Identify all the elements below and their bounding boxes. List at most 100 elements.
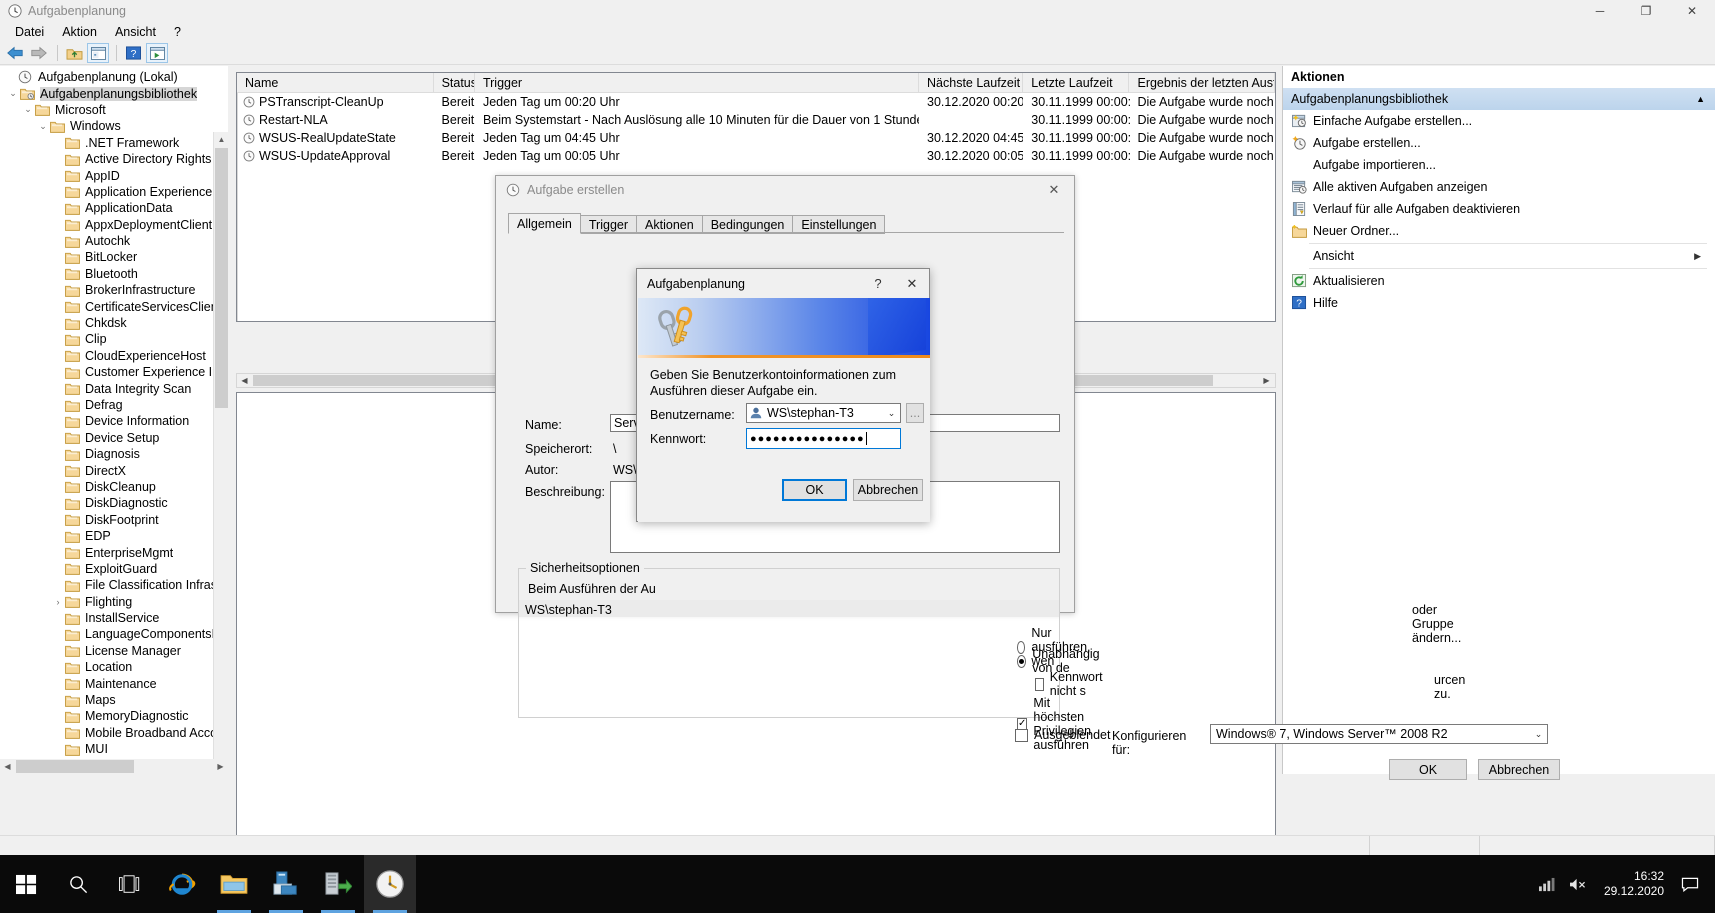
internet-explorer-icon[interactable] [156, 855, 208, 913]
action-item-einfache-aufgabe-erstellen[interactable]: Einfache Aufgabe erstellen... [1283, 110, 1715, 132]
search-icon[interactable] [52, 855, 104, 913]
task-row[interactable]: WSUS-RealUpdateState Bereit Jeden Tag um 0… [237, 129, 1275, 147]
credentials-close-button[interactable]: ✕ [895, 269, 929, 298]
tree-item-bluetooth[interactable]: Bluetooth [4, 266, 228, 282]
column-header-trigger[interactable]: Trigger [475, 73, 920, 93]
tree-item-directx[interactable]: DirectX [4, 462, 228, 478]
checkbox-hidden[interactable]: Ausgeblendet [1015, 728, 1110, 742]
tree-item-mobile-broadband-accou[interactable]: Mobile Broadband Accou [4, 725, 228, 741]
windows-start-icon[interactable] [0, 855, 52, 913]
action-item-ansicht[interactable]: Ansicht ▶ [1283, 245, 1715, 267]
credentials-cancel-button[interactable]: Abbrechen [853, 479, 923, 501]
tree-item-location[interactable]: Location [4, 659, 228, 675]
tree-item-net-framework[interactable]: .NET Framework [4, 135, 228, 151]
credentials-help-button[interactable]: ? [861, 269, 895, 298]
tab-allgemein[interactable]: Allgemein [508, 213, 581, 234]
tree-item-autochk[interactable]: Autochk [4, 233, 228, 249]
action-item-neuer-ordner[interactable]: Neuer Ordner... [1283, 220, 1715, 242]
help-icon[interactable]: ? [122, 43, 144, 63]
tree-item-file-classification-infrast[interactable]: File Classification Infrast [4, 577, 228, 593]
menu-aktion[interactable]: Aktion [53, 24, 106, 40]
tree-item-exploitguard[interactable]: ExploitGuard [4, 561, 228, 577]
taskbar-clock[interactable]: 16:32 29.12.2020 [1594, 869, 1674, 899]
action-item-aktualisieren[interactable]: Aktualisieren [1283, 270, 1715, 292]
column-header-letzte-laufzeit[interactable]: Letzte Laufzeit [1023, 73, 1130, 93]
scroll-right-icon[interactable]: ▶ [213, 759, 228, 774]
tree-item-brokerinfrastructure[interactable]: BrokerInfrastructure [4, 282, 228, 298]
task-row[interactable]: PSTranscript-CleanUp Bereit Jeden Tag um 0… [237, 93, 1275, 111]
tree-item-data-integrity-scan[interactable]: Data Integrity Scan [4, 380, 228, 396]
tree-item-appid[interactable]: AppID [4, 167, 228, 183]
minimize-button[interactable]: ─ [1577, 0, 1623, 22]
chevron-down-icon[interactable]: ⌄ [883, 408, 900, 419]
column-header-n-chste-laufzeit[interactable]: Nächste Laufzeit [919, 73, 1024, 93]
column-header-ergebnis-der-letzten-ausf-hru[interactable]: Ergebnis der letzten Ausführu [1129, 73, 1275, 93]
tree-item-active-directory-rights-m[interactable]: Active Directory Rights M [4, 151, 228, 167]
task-row[interactable]: Restart-NLA Bereit Beim Systemstart - Nach… [237, 111, 1275, 129]
checkbox-no-password[interactable]: Kennwort nicht s [1035, 670, 1107, 698]
up-folder-icon[interactable] [63, 43, 85, 63]
maximize-button[interactable]: ❐ [1623, 0, 1669, 22]
volume-muted-icon[interactable] [1562, 877, 1594, 892]
password-input[interactable]: ●●●●●●●●●●●●●●● [746, 428, 901, 449]
run-view-icon[interactable] [146, 43, 168, 63]
configure-for-select[interactable]: Windows® 7, Windows Server™ 2008 R2 ⌄ [1210, 724, 1548, 744]
checkbox-icon[interactable] [1035, 677, 1044, 691]
tree-item-bitlocker[interactable]: BitLocker [4, 249, 228, 265]
forward-icon[interactable] [28, 43, 50, 63]
create-task-cancel-button[interactable]: Abbrechen [1478, 759, 1560, 780]
tree-item-device-setup[interactable]: Device Setup [4, 430, 228, 446]
browse-user-button[interactable]: ... [906, 403, 924, 423]
scroll-left-icon[interactable]: ◀ [237, 374, 252, 387]
tree-item-customer-experience-im[interactable]: Customer Experience Im [4, 364, 228, 380]
file-explorer-icon[interactable] [208, 855, 260, 913]
tree-item-windows[interactable]: ⌄ Windows [4, 118, 228, 134]
menu-ansicht[interactable]: Ansicht [106, 24, 165, 40]
tree-item-applicationdata[interactable]: ApplicationData [4, 200, 228, 216]
checkbox-icon-hidden[interactable] [1015, 728, 1028, 742]
tree-item-aufgabenplanungsbibliothek[interactable]: ⌄ Aufgabenplanungsbibliothek [4, 85, 228, 101]
chevron-down-icon[interactable]: ⌄ [36, 121, 50, 132]
back-icon[interactable] [4, 43, 26, 63]
tree-item-chkdsk[interactable]: Chkdsk [4, 315, 228, 331]
tree-item-application-experience[interactable]: Application Experience [4, 184, 228, 200]
tree-item-device-information[interactable]: Device Information [4, 413, 228, 429]
create-task-close-button[interactable]: ✕ [1034, 176, 1074, 204]
chevron-down-icon[interactable]: ⌄ [21, 104, 35, 115]
action-item-aufgabe-importieren[interactable]: Aufgabe importieren... [1283, 154, 1715, 176]
scroll-up-icon[interactable]: ▲ [214, 132, 228, 147]
column-header-name[interactable]: Name [237, 73, 434, 93]
username-combobox[interactable]: WS\stephan-T3 ⌄ [746, 403, 901, 423]
scroll-thumb-h[interactable] [16, 760, 134, 773]
tree-item-maintenance[interactable]: Maintenance [4, 675, 228, 691]
tree-item-languagecomponentsin[interactable]: LanguageComponentsIn [4, 626, 228, 642]
task-row[interactable]: WSUS-UpdateApproval Bereit Jeden Tag um 00… [237, 147, 1275, 165]
task-scheduler-icon[interactable] [364, 855, 416, 913]
tree-item-memorydiagnostic[interactable]: MemoryDiagnostic [4, 708, 228, 724]
server-manager-icon[interactable] [260, 855, 312, 913]
chevron-right-icon[interactable]: › [51, 597, 65, 607]
close-button[interactable]: ✕ [1669, 0, 1715, 22]
tree-vertical-scrollbar[interactable]: ▲ ▼ [213, 132, 228, 774]
tree-item-flighting[interactable]: › Flighting [4, 594, 228, 610]
action-item-aufgabe-erstellen[interactable]: Aufgabe erstellen... [1283, 132, 1715, 154]
wsus-console-icon[interactable] [312, 855, 364, 913]
tree-item-appxdeploymentclient[interactable]: AppxDeploymentClient [4, 217, 228, 233]
checkbox-highest-privileges[interactable]: ✓ Mit höchsten Privilegien ausführen [1017, 696, 1094, 752]
action-item-verlauf-f-r-alle-aufgaben-deaktivieren[interactable]: Verlauf für alle Aufgaben deaktivieren [1283, 198, 1715, 220]
action-item-hilfe[interactable]: ? Hilfe [1283, 292, 1715, 314]
tree-item-diagnosis[interactable]: Diagnosis [4, 446, 228, 462]
scroll-left-icon[interactable]: ◀ [0, 759, 15, 774]
menu-datei[interactable]: Datei [6, 24, 53, 40]
action-center-icon[interactable] [1674, 876, 1706, 892]
tree-item-enterprisemgmt[interactable]: EnterpriseMgmt [4, 544, 228, 560]
chevron-down-icon[interactable]: ⌄ [1530, 729, 1547, 740]
action-item-alle-aktiven-aufgaben-anzeigen[interactable]: Alle aktiven Aufgaben anzeigen [1283, 176, 1715, 198]
menu-help[interactable]: ? [165, 24, 190, 40]
tree-item-cloudexperiencehost[interactable]: CloudExperienceHost [4, 348, 228, 364]
tree-item-maps[interactable]: Maps [4, 692, 228, 708]
tree-item-diskfootprint[interactable]: DiskFootprint [4, 512, 228, 528]
tree-item-diskcleanup[interactable]: DiskCleanup [4, 479, 228, 495]
scroll-thumb[interactable] [215, 148, 228, 408]
radio-circle-selected-icon[interactable] [1017, 654, 1027, 668]
